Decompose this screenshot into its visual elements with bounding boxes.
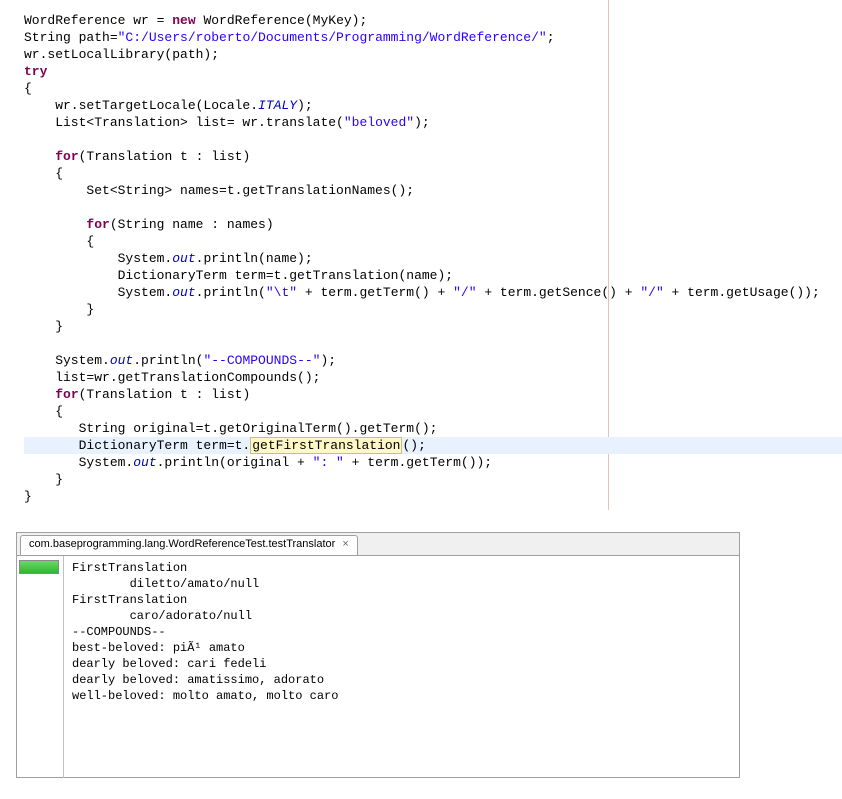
code-line: try: [24, 64, 47, 79]
code-line: {: [24, 234, 94, 249]
console-panel: com.baseprogramming.lang.WordReferenceTe…: [16, 532, 740, 778]
code-line: for(Translation t : list): [24, 149, 250, 164]
code-line: for(Translation t : list): [24, 387, 250, 402]
console-output[interactable]: FirstTranslation diletto/amato/null Firs…: [64, 556, 739, 778]
code-line: {: [24, 404, 63, 419]
console-tab-bar: com.baseprogramming.lang.WordReferenceTe…: [17, 533, 739, 556]
console-tab[interactable]: com.baseprogramming.lang.WordReferenceTe…: [20, 535, 358, 555]
code-line: {: [24, 166, 63, 181]
code-line: list=wr.getTranslationCompounds();: [24, 370, 320, 385]
code-line: }: [24, 489, 32, 504]
code-line: String original=t.getOriginalTerm().getT…: [24, 421, 437, 436]
code-line-highlighted: DictionaryTerm term=t.getFirstTranslatio…: [24, 437, 842, 454]
test-progress-column: [17, 556, 64, 778]
code-line: System.out.println(name);: [24, 251, 313, 266]
code-line: wr.setLocalLibrary(path);: [24, 47, 219, 62]
code-line: DictionaryTerm term=t.getTranslation(nam…: [24, 268, 453, 283]
console-tab-label: com.baseprogramming.lang.WordReferenceTe…: [29, 538, 335, 550]
code-line: wr.setTargetLocale(Locale.ITALY);: [24, 98, 313, 113]
code-line: List<Translation> list= wr.translate("be…: [24, 115, 430, 130]
code-line: }: [24, 302, 94, 317]
code-line: System.out.println("\t" + term.getTerm()…: [24, 285, 820, 300]
test-progress-bar: [19, 560, 59, 574]
code-line: }: [24, 472, 63, 487]
code-line: {: [24, 81, 32, 96]
code-line: WordReference wr = new WordReference(MyK…: [24, 13, 367, 28]
code-line: for(String name : names): [24, 217, 274, 232]
code-line: System.out.println("--COMPOUNDS--");: [24, 353, 336, 368]
code-editor[interactable]: WordReference wr = new WordReference(MyK…: [0, 0, 842, 505]
code-line: }: [24, 319, 63, 334]
code-line: Set<String> names=t.getTranslationNames(…: [24, 183, 414, 198]
highlighted-method: getFirstTranslation: [250, 437, 402, 454]
code-line: String path="C:/Users/roberto/Documents/…: [24, 30, 555, 45]
code-line: System.out.println(original + ": " + ter…: [24, 455, 492, 470]
close-icon[interactable]: ×: [342, 538, 348, 550]
